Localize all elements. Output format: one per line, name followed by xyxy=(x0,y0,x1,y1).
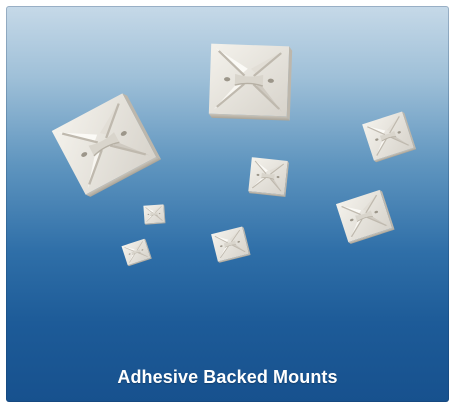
mount-medium-center xyxy=(247,156,290,198)
mount-small-left xyxy=(143,203,166,226)
mount-medium-right xyxy=(361,110,417,164)
mount-large-left xyxy=(50,90,163,200)
mount-medium-lower-right xyxy=(335,188,396,246)
mount-large-top xyxy=(207,42,294,122)
product-card: Adhesive Backed Mounts xyxy=(0,0,455,408)
mount-small-lower-left xyxy=(121,238,153,267)
mounts-illustration xyxy=(50,42,417,267)
product-photo: Adhesive Backed Mounts xyxy=(6,6,449,402)
mount-small-center xyxy=(210,225,252,264)
caption-text: Adhesive Backed Mounts xyxy=(117,367,338,387)
